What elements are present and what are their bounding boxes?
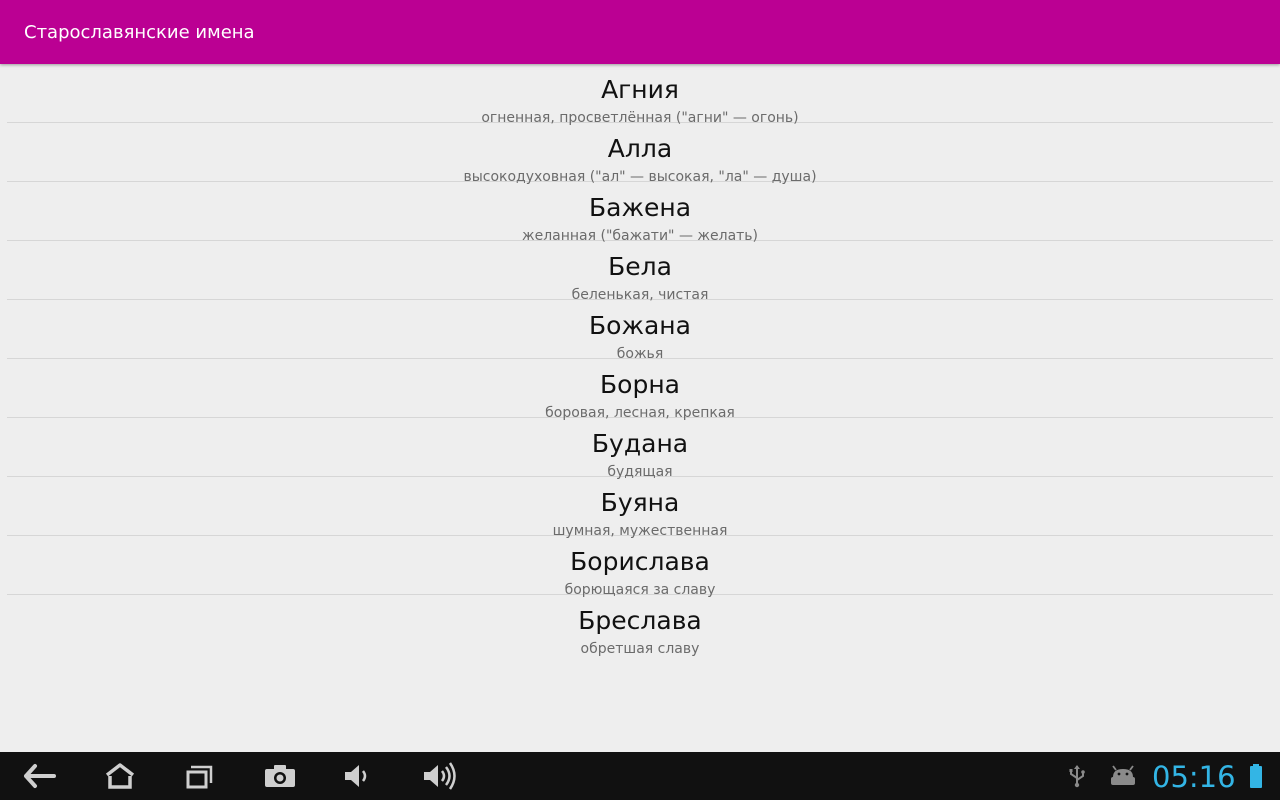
home-button[interactable] <box>90 756 150 796</box>
battery-icon <box>1250 764 1262 788</box>
name-title: Бела <box>608 252 672 281</box>
name-title: Бажена <box>588 193 692 222</box>
usb-status <box>1063 762 1091 790</box>
debug-status <box>1109 762 1137 790</box>
name-title: Божана <box>589 311 691 340</box>
name-title: Агния <box>601 75 679 104</box>
volume-up-icon <box>424 762 456 790</box>
list-item[interactable]: Буяна шумная, мужественная <box>7 477 1273 539</box>
volume-down-icon <box>345 765 367 787</box>
back-icon <box>24 764 56 788</box>
battery-status <box>1242 762 1270 790</box>
name-title: Будана <box>591 429 689 458</box>
list-item[interactable]: Бажена желанная ("бажати" — желать) <box>7 182 1273 244</box>
list-item[interactable]: Бреслава обретшая славу <box>7 595 1273 657</box>
volume-down-button[interactable] <box>328 756 388 796</box>
recent-apps-button[interactable] <box>170 756 230 796</box>
list-item[interactable]: Бела беленькая, чистая <box>7 241 1273 303</box>
name-title: Борислава <box>570 547 710 576</box>
list-item[interactable]: Божана божья <box>7 300 1273 362</box>
list-item[interactable]: Агния огненная, просветлённая ("агни" — … <box>7 64 1273 126</box>
home-icon <box>105 763 135 789</box>
back-button[interactable] <box>10 756 70 796</box>
name-title: Алла <box>607 134 673 163</box>
screenshot-button[interactable] <box>250 756 310 796</box>
list-item[interactable]: Борислава борющаяся за славу <box>7 536 1273 598</box>
status-clock: 05:16 <box>1152 760 1236 794</box>
name-title: Буяна <box>600 488 680 517</box>
app-title: Старославянские имена <box>24 22 255 43</box>
name-meaning: обретшая славу <box>580 641 700 657</box>
name-title: Бреслава <box>578 606 702 635</box>
list-item[interactable]: Алла высокодуховная ("ал" — высокая, "ла… <box>7 123 1273 185</box>
list-item[interactable]: Будана будящая <box>7 418 1273 480</box>
usb-icon <box>1069 765 1085 788</box>
names-list[interactable]: Агния огненная, просветлённая ("агни" — … <box>0 64 1280 657</box>
android-debug-icon <box>1111 765 1135 785</box>
action-bar: Старославянские имена <box>0 0 1280 64</box>
system-navigation-bar: 05:16 <box>0 752 1280 800</box>
name-title: Борна <box>600 370 680 399</box>
volume-up-button[interactable] <box>410 756 470 796</box>
screenshot-icon <box>265 765 295 787</box>
list-item[interactable]: Борна боровая, лесная, крепкая <box>7 359 1273 421</box>
recent-apps-icon <box>186 765 213 789</box>
